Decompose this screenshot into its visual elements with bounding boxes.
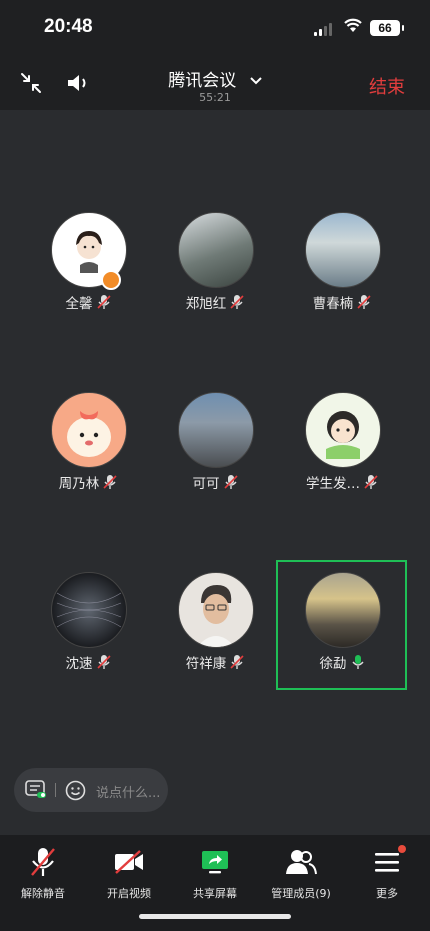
members-icon: [286, 850, 317, 875]
mic-muted-icon: [96, 655, 111, 669]
unmute-button[interactable]: 解除静音: [0, 845, 86, 901]
wifi-icon: [344, 18, 362, 32]
participant-name: 学生发…: [306, 476, 360, 492]
mic-muted-icon: [223, 475, 238, 489]
chat-placeholder: 说点什么...: [96, 786, 161, 801]
participant-name: 郑旭红: [185, 296, 227, 312]
battery-indicator: 66: [370, 20, 404, 36]
emoji-icon[interactable]: [65, 780, 86, 801]
participant-tile[interactable]: 学生发…: [277, 392, 407, 518]
cellular-signal-icon: [314, 22, 332, 36]
start-video-button[interactable]: 开启视频: [86, 845, 172, 901]
participant-name: 全馨: [65, 296, 93, 312]
avatar: [305, 212, 381, 288]
meeting-duration: 55:21: [199, 91, 231, 104]
divider: [55, 783, 56, 797]
avatar: [305, 572, 381, 648]
participant-name: 符祥康: [185, 656, 227, 672]
participant-tile[interactable]: 周乃林: [23, 392, 153, 518]
home-indicator[interactable]: [139, 914, 291, 919]
share-screen-icon: [202, 851, 228, 874]
mic-muted-icon: [230, 655, 244, 669]
video-off-icon: [115, 850, 143, 874]
participant-tile[interactable]: 曹春楠: [277, 212, 407, 338]
mic-muted-icon: [357, 295, 371, 309]
participant-name: 徐勐: [319, 656, 347, 672]
participant-name: 可可: [192, 476, 220, 492]
more-label: 更多: [376, 887, 398, 900]
participant-tile[interactable]: 郑旭红: [150, 212, 280, 338]
mic-muted-icon: [103, 475, 117, 489]
participant-tile[interactable]: 符祥康: [150, 572, 280, 698]
meeting-title[interactable]: 腾讯会议: [0, 66, 430, 91]
notification-dot: [398, 845, 406, 853]
start-video-label: 开启视频: [107, 887, 151, 900]
share-screen-label: 共享屏幕: [193, 887, 237, 900]
avatar: [305, 392, 381, 468]
avatar: [178, 212, 254, 288]
avatar: [51, 392, 127, 468]
mic-muted-icon: [364, 475, 378, 489]
mic-muted-icon: [96, 295, 111, 309]
menu-icon: [375, 853, 399, 872]
avatar: [178, 572, 254, 648]
status-time: 20:48: [44, 16, 93, 37]
chevron-down-icon: [249, 77, 262, 85]
avatar: [51, 572, 127, 648]
participant-tile[interactable]: 可可: [150, 392, 280, 518]
mic-active-icon: [351, 655, 364, 669]
status-bar: 20:48 66: [0, 0, 430, 58]
meeting-header: 腾讯会议 55:21 结束: [0, 58, 430, 110]
manage-members-label: 管理成员(9): [271, 887, 331, 900]
participant-tile[interactable]: 沈速: [23, 572, 153, 698]
meeting-title-text: 腾讯会议: [168, 71, 237, 91]
caption-icon[interactable]: [25, 780, 47, 800]
participant-name: 曹春楠: [312, 296, 354, 312]
manage-members-button[interactable]: 管理成员(9): [258, 845, 344, 901]
unmute-label: 解除静音: [21, 887, 65, 900]
mic-muted-icon: [31, 848, 55, 876]
host-badge-icon: [101, 270, 121, 290]
avatar: [178, 392, 254, 468]
share-screen-button[interactable]: 共享屏幕: [172, 845, 258, 901]
participant-tile[interactable]: 全馨: [23, 212, 153, 338]
participant-name: 沈速: [65, 656, 93, 672]
mic-muted-icon: [230, 295, 244, 309]
participant-tile[interactable]: 徐勐: [277, 572, 407, 698]
chat-input-bar[interactable]: 说点什么...: [14, 768, 168, 812]
participant-name: 周乃林: [58, 476, 100, 492]
end-meeting-button[interactable]: 结束: [369, 73, 405, 99]
more-button[interactable]: 更多: [344, 845, 430, 901]
